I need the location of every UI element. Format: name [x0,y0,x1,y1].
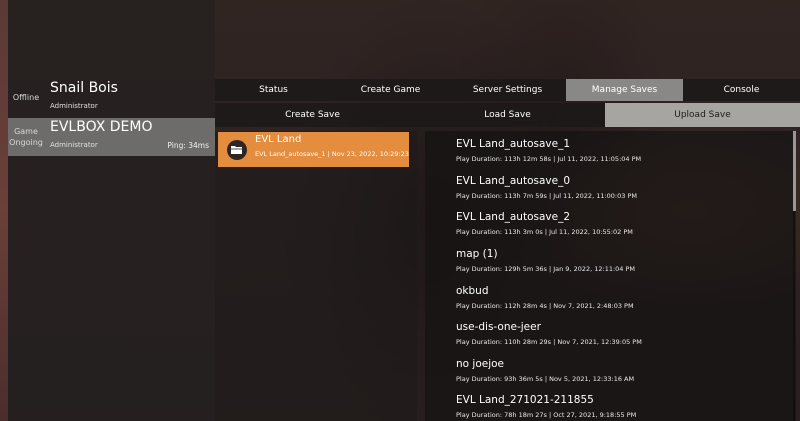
server-ping: Ping: 34ms [167,141,209,150]
save-name: use-dis-one-jeer [456,321,541,333]
save-name: okbud [456,285,489,297]
save-detail: Play Duration: 113h 7m 59s | Jul 11, 202… [456,192,637,200]
main-content: Status Create Game Server Settings Manag… [215,0,800,421]
save-actions: Create Save Load Save Upload Save [215,103,800,127]
selected-world-name: EVL Land [255,134,302,145]
server-role: Administrator [50,141,98,149]
scroll-thumb[interactable] [793,131,796,211]
save-list-item[interactable]: use-dis-one-jeer Play Duration: 110h 28m… [456,321,786,346]
save-list-item[interactable]: EVL Land_271021-211855 Play Duration: 78… [456,394,786,419]
server-status: Offline [12,93,40,102]
server-item-snail-bois[interactable]: Offline Snail Bois Administrator [8,79,215,117]
save-detail: Play Duration: 110h 28m 29s | Nov 7, 202… [456,338,642,346]
save-list-item[interactable]: EVL Land_autosave_2 Play Duration: 113h … [456,211,786,236]
save-detail: Play Duration: 129h 5m 36s | Jan 9, 2022… [456,265,636,273]
folder-icon [227,140,247,160]
save-detail: Play Duration: 113h 3m 0s | Jul 11, 2022… [456,228,633,236]
tab-server-settings[interactable]: Server Settings [449,79,566,101]
tab-manage-saves[interactable]: Manage Saves [566,79,683,101]
server-role: Administrator [50,102,98,110]
tab-create-game[interactable]: Create Game [332,79,449,101]
save-list-item[interactable]: map (1) Play Duration: 129h 5m 36s | Jan… [456,248,786,273]
save-name: EVL Land_autosave_0 [456,175,570,187]
tab-console[interactable]: Console [683,79,800,101]
save-name: no joejoe [456,358,505,370]
server-status: Game Ongoing [9,127,43,147]
background-edge [0,0,8,421]
server-name: Snail Bois [50,80,118,96]
save-detail: Play Duration: 93h 36m 5s | Nov 5, 2021,… [456,375,635,383]
save-name: EVL Land_autosave_1 [456,138,570,150]
save-list-item[interactable]: EVL Land_autosave_0 Play Duration: 113h … [456,175,786,200]
save-list-item[interactable]: okbud Play Duration: 112h 28m 4s | Nov 7… [456,285,786,310]
save-detail: Play Duration: 112h 28m 4s | Nov 7, 2021… [456,302,634,310]
selected-world-detail: EVL Land_autosave_1 | Nov 23, 2022, 10:2… [255,150,409,158]
save-name: map (1) [456,248,498,260]
save-list: EVL Land_autosave_1 Play Duration: 113h … [425,131,795,421]
create-save-button[interactable]: Create Save [215,103,410,127]
upload-save-button[interactable]: Upload Save [605,103,800,127]
server-item-evlbox-demo[interactable]: Game Ongoing EVLBOX DEMO Administrator P… [8,118,215,156]
tab-status[interactable]: Status [215,79,332,101]
save-list-item[interactable]: EVL Land_autosave_1 Play Duration: 113h … [456,138,786,163]
world-list: EVL Land EVL Land_autosave_1 | Nov 23, 2… [215,131,417,421]
save-detail: Play Duration: 113h 12m 58s | Jul 11, 20… [456,155,642,163]
save-name: EVL Land_autosave_2 [456,211,570,223]
selected-world-item[interactable]: EVL Land EVL Land_autosave_1 | Nov 23, 2… [218,132,409,167]
server-name: EVLBOX DEMO [50,119,153,135]
load-save-button[interactable]: Load Save [410,103,605,127]
save-name: EVL Land_271021-211855 [456,394,594,406]
server-list: Offline Snail Bois Administrator Game On… [8,0,215,421]
save-list-item[interactable]: no joejoe Play Duration: 93h 36m 5s | No… [456,358,786,383]
save-detail: Play Duration: 78h 18m 27s | Oct 27, 202… [456,411,637,419]
main-tabs: Status Create Game Server Settings Manag… [215,79,800,101]
save-list-scrollbar[interactable] [793,131,796,421]
